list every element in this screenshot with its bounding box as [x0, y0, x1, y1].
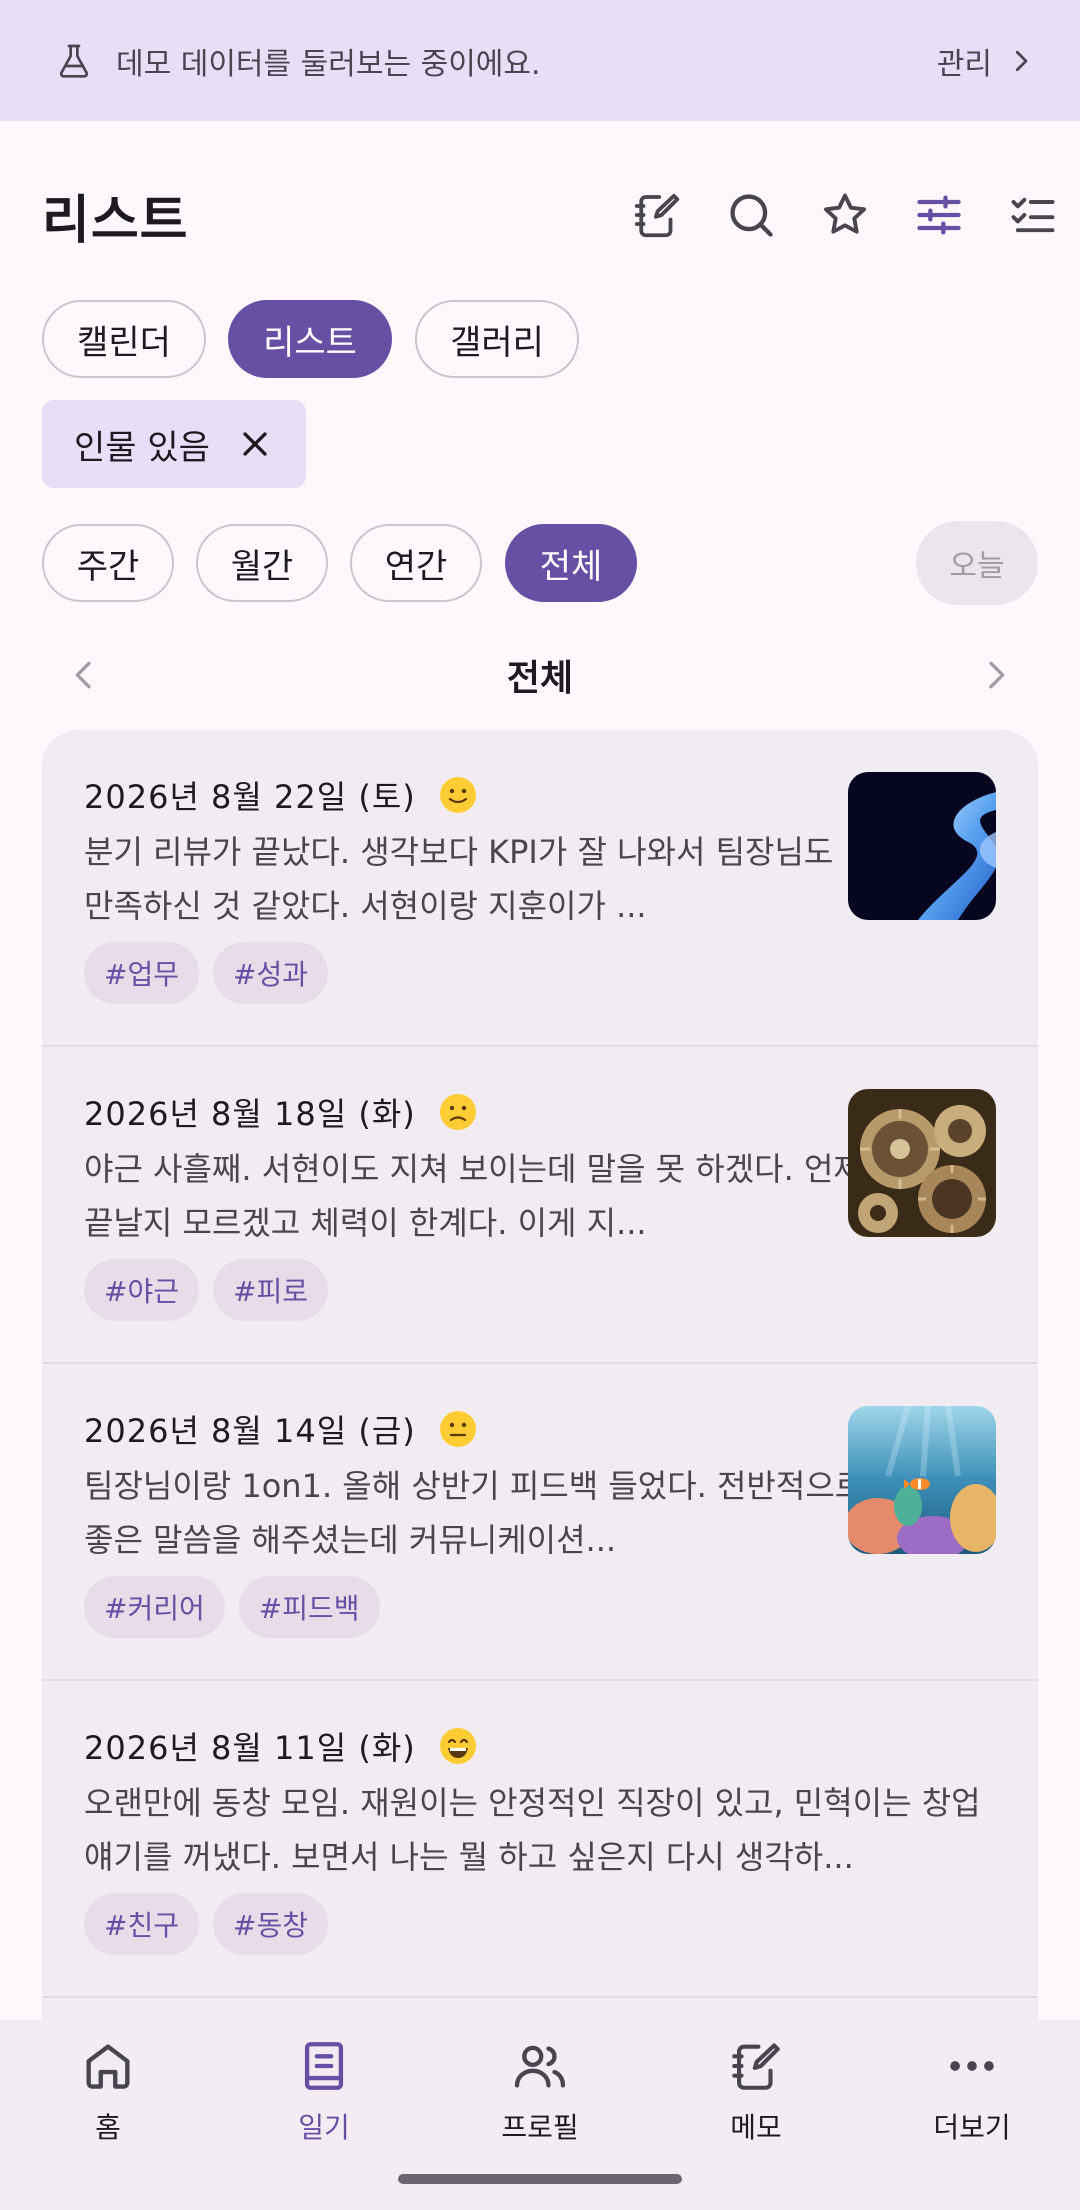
home-icon	[86, 2044, 130, 2089]
tag-chip[interactable]: #피드백	[238, 1576, 380, 1638]
home-indicator[interactable]	[398, 2174, 682, 2184]
tab-calendar[interactable]: 캘린더	[42, 300, 206, 378]
coral-reef-image	[848, 1406, 996, 1554]
nav-memo-label: 메모	[730, 2111, 782, 2144]
tag-chip[interactable]: #피로	[212, 1259, 328, 1321]
tag-chip[interactable]: #동창	[212, 1893, 328, 1955]
tab-gallery[interactable]: 갤러리	[415, 300, 579, 378]
nav-diary-label: 일기	[298, 2111, 350, 2144]
book-icon	[304, 2042, 344, 2090]
diary-entry[interactable]: 2026년 8월 22일 (토) 분기 리뷰가 끝났다. 생각보다 KPI가 잘…	[42, 730, 1038, 1047]
diary-entry[interactable]: 2026년 8월 18일 (화) 야근 사흘째. 서현이도 지쳐 보이는데 말을…	[42, 1047, 1038, 1364]
period-label: 전체	[506, 658, 574, 699]
neutral-face-emoji-icon	[439, 1411, 476, 1447]
entry-tags: #커리어 #피드백	[84, 1576, 394, 1638]
entry-thumbnail	[848, 1089, 996, 1237]
entry-date: 2026년 8월 14일 (금)	[84, 1412, 416, 1450]
filter-label: 인물 있음	[74, 427, 210, 468]
manage-button[interactable]: 관리	[937, 39, 1036, 83]
favorites-button[interactable]	[798, 168, 892, 262]
period-monthly[interactable]: 월간	[196, 524, 328, 602]
filter-button[interactable]	[892, 168, 986, 262]
top-app-bar: 리스트	[0, 170, 1080, 260]
entry-tags: #친구 #동창	[84, 1893, 342, 1955]
demo-banner-text: 데모 데이터를 둘러보는 중이에요.	[116, 46, 541, 82]
today-button[interactable]: 오늘	[916, 521, 1038, 605]
today-label: 오늘	[949, 549, 1005, 584]
tag-chip[interactable]: #야근	[84, 1259, 199, 1321]
person-filter-chip[interactable]: 인물 있음	[42, 400, 306, 488]
entry-date-row: 2026년 8월 14일 (금)	[84, 1406, 478, 1452]
period-weekly-label: 주간	[76, 546, 140, 587]
close-icon[interactable]	[238, 427, 272, 461]
people-icon	[514, 2045, 566, 2088]
entry-tags: #업무 #성과	[84, 942, 342, 1004]
tune-icon	[917, 195, 961, 235]
entry-thumbnail	[848, 1406, 996, 1554]
header-actions	[610, 168, 1080, 262]
tab-list[interactable]: 리스트	[228, 300, 392, 378]
flask-icon	[59, 44, 89, 78]
entry-thumbnail	[848, 772, 996, 920]
nav-more-label: 더보기	[933, 2111, 1011, 2144]
diary-list: 2026년 8월 22일 (토) 분기 리뷰가 끝났다. 생각보다 KPI가 잘…	[42, 730, 1038, 2130]
slight-frown-emoji-icon	[439, 1094, 476, 1130]
entry-date-row: 2026년 8월 11일 (화)	[84, 1723, 478, 1769]
nav-home-label: 홈	[95, 2111, 121, 2144]
clockwork-gears-image	[848, 1089, 996, 1237]
chevron-right-icon	[1015, 50, 1028, 71]
manage-label: 관리	[936, 46, 992, 82]
entry-preview: 팀장님이랑 1on1. 올해 상반기 피드백 들었다. 전반적으로 좋은 말씀을…	[84, 1467, 865, 1559]
entry-date: 2026년 8월 22일 (토)	[84, 778, 416, 816]
edit-note-icon	[634, 193, 680, 238]
abstract-ribbon-image	[848, 772, 996, 920]
tag-chip[interactable]: #커리어	[84, 1576, 225, 1638]
diary-entry[interactable]: 2026년 8월 14일 (금) 팀장님이랑 1on1. 올해 상반기 피드백 …	[42, 1364, 1038, 1681]
period-weekly[interactable]: 주간	[42, 524, 174, 602]
tag-chip[interactable]: #성과	[212, 942, 328, 1004]
write-button[interactable]	[610, 168, 704, 262]
grin-emoji-icon	[439, 1728, 476, 1764]
star-icon	[823, 193, 867, 234]
period-navigator: 전체	[0, 640, 1080, 710]
nav-more[interactable]: 더보기	[864, 2020, 1080, 2210]
page-title: 리스트	[42, 190, 189, 251]
select-button[interactable]	[986, 168, 1080, 262]
search-button[interactable]	[704, 168, 798, 262]
checklist-icon	[1011, 197, 1055, 233]
tab-gallery-label: 갤러리	[450, 322, 544, 363]
period-yearly-label: 연간	[384, 546, 448, 587]
entry-date: 2026년 8월 18일 (화)	[84, 1095, 416, 1133]
entry-preview: 오랜만에 동창 모임. 재원이는 안정적인 직장이 있고, 민혁이는 창업 얘기…	[84, 1784, 981, 1876]
tab-calendar-label: 캘린더	[77, 322, 171, 363]
app-root: 데모 데이터를 둘러보는 중이에요. 관리 리스트 캘린더 리스트 갤러리 인물…	[0, 0, 1080, 2210]
entry-date-row: 2026년 8월 22일 (토)	[84, 772, 478, 818]
demo-banner: 데모 데이터를 둘러보는 중이에요. 관리	[0, 0, 1080, 121]
more-icon	[950, 2061, 994, 2071]
nav-home[interactable]: 홈	[0, 2020, 216, 2210]
entry-tags: #야근 #피로	[84, 1259, 342, 1321]
tag-chip[interactable]: #친구	[84, 1893, 199, 1955]
entry-date-row: 2026년 8월 18일 (화)	[84, 1089, 478, 1135]
period-all[interactable]: 전체	[505, 524, 637, 602]
entry-preview: 야근 사흘째. 서현이도 지쳐 보이는데 말을 못 하겠다. 언제 끝날지 모르…	[84, 1150, 863, 1242]
chevron-left-icon[interactable]	[64, 655, 104, 695]
slight-smile-emoji-icon	[439, 777, 476, 813]
tag-chip[interactable]: #업무	[84, 942, 199, 1004]
diary-entry[interactable]: 2026년 8월 11일 (화) 오랜만에 동창 모임. 재원이는 안정적인 직…	[42, 1681, 1038, 1998]
nav-profile-label: 프로필	[501, 2111, 579, 2144]
period-yearly[interactable]: 연간	[350, 524, 482, 602]
entry-date: 2026년 8월 11일 (화)	[84, 1729, 416, 1767]
memo-icon	[732, 2043, 780, 2090]
entry-preview: 분기 리뷰가 끝났다. 생각보다 KPI가 잘 나와서 팀장님도 만족하신 것 …	[84, 833, 834, 925]
period-monthly-label: 월간	[230, 546, 294, 587]
tab-list-label: 리스트	[263, 322, 357, 363]
chevron-right-icon[interactable]	[976, 655, 1016, 695]
search-icon	[730, 194, 773, 237]
period-all-label: 전체	[539, 546, 603, 587]
